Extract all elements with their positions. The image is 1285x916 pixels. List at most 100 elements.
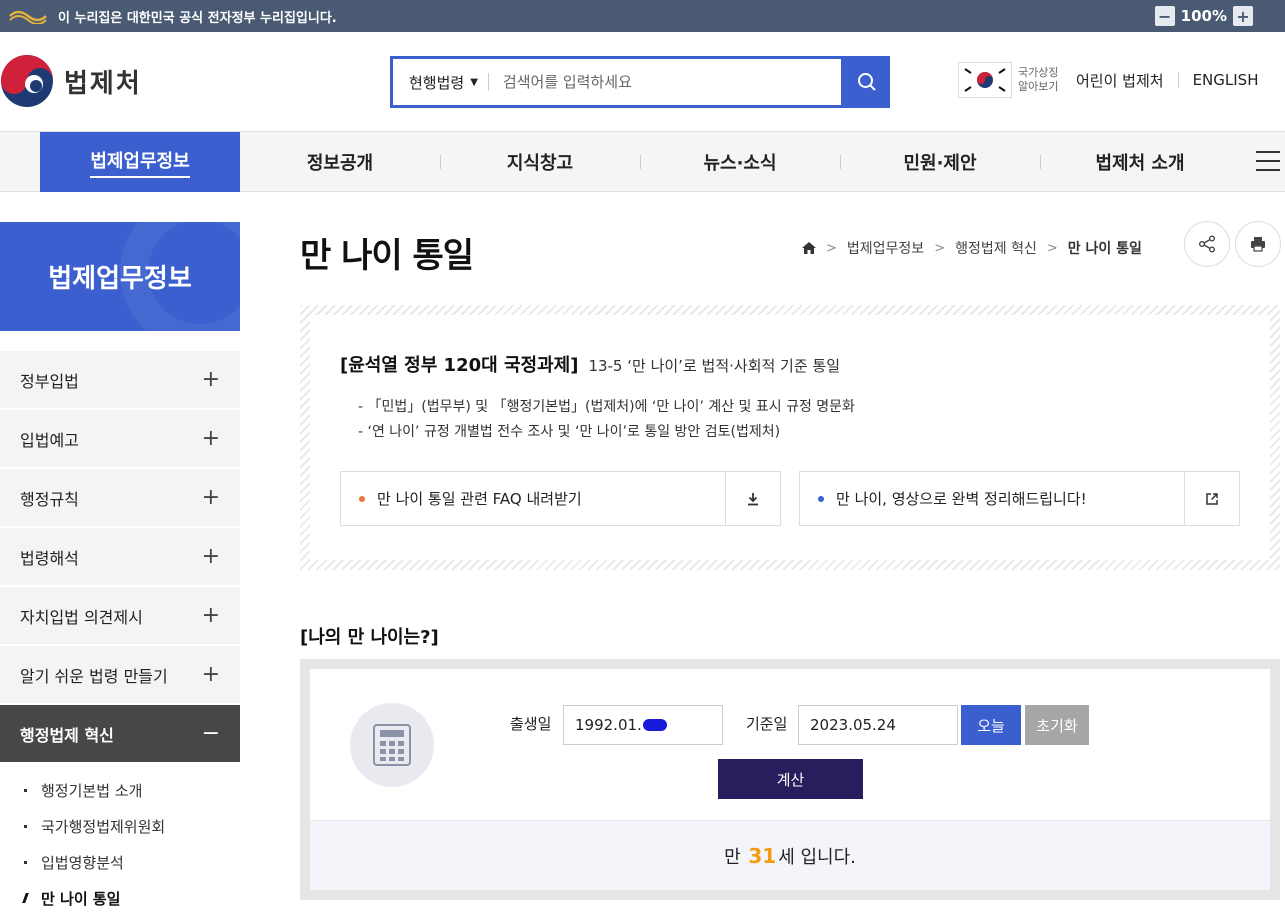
gnb-item-civil[interactable]: 민원·제안 (840, 132, 1040, 192)
bullet-dot-icon (818, 495, 824, 502)
plus-icon: + (201, 426, 220, 451)
chevron-right-icon: > (826, 240, 837, 256)
agenda-bullet: - 「민법」(법무부) 및 「행정기본법」(법제처)에 ‘만 나이’ 계산 및 … (358, 399, 855, 415)
moleg-emblem-icon (1, 55, 53, 107)
search-bar: 현행법령 ▼ (390, 56, 890, 108)
calculator-icon (350, 703, 434, 787)
submenu-item[interactable]: 행정기본법 소개 (0, 772, 240, 808)
today-button[interactable]: 오늘 (961, 705, 1021, 745)
lnb-title: 법제업무정보 (0, 222, 240, 331)
minus-icon: − (201, 721, 220, 746)
plus-icon: + (201, 544, 220, 569)
base-date-input[interactable]: 2023.05.24 (798, 705, 958, 745)
print-button[interactable] (1235, 221, 1281, 267)
lnb-item-label: 자치입법 의견제시 (20, 607, 143, 627)
result-age: 31 (748, 843, 777, 868)
zoom-in-button[interactable]: + (1233, 6, 1253, 26)
gnb-item-disclosure[interactable]: 정보공개 (240, 132, 440, 192)
lnb-item-label: 법령해석 (20, 548, 79, 568)
zoom-out-button[interactable]: − (1154, 6, 1175, 26)
english-link[interactable]: ENGLISH (1179, 71, 1273, 89)
search-scope-select[interactable]: 현행법령 ▼ (393, 73, 489, 92)
gnb-item-knowledge[interactable]: 지식창고 (440, 132, 640, 192)
zoom-level: 100% (1180, 7, 1227, 25)
submenu-item-current[interactable]: 만 나이 통일 (0, 880, 240, 916)
bullet-icon (24, 860, 27, 864)
external-link-icon (1206, 492, 1218, 505)
breadcrumb-item[interactable]: 법제업무정보 (847, 238, 924, 258)
national-symbol-label-2: 알아보기 (1018, 80, 1059, 93)
lnb-item-admin-rules[interactable]: 행정규칙 + (0, 469, 240, 526)
result-prefix: 만 (724, 846, 741, 868)
reset-button[interactable]: 초기화 (1025, 705, 1089, 745)
base-date-value: 2023.05.24 (810, 716, 896, 734)
bullet-icon (24, 788, 27, 792)
search-input[interactable] (488, 73, 841, 91)
gnb-label: 법제처 소개 (1095, 153, 1185, 174)
agenda-bullet: - ‘연 나이’ 규정 개별법 전수 조사 및 ‘만 나이’로 통일 방안 검토… (358, 424, 781, 440)
search-scope-value: 현행법령 (409, 73, 465, 92)
breadcrumb: > 법제업무정보 > 행정법제 혁신 > 만 나이 통일 (802, 238, 1142, 258)
share-button[interactable] (1184, 221, 1230, 267)
plus-icon: + (201, 485, 220, 510)
lnb-item-gov-legislation[interactable]: 정부입법 + (0, 351, 240, 408)
card-label: 만 나이, 영상으로 완벽 정리해드립니다! (836, 490, 1087, 508)
download-button[interactable] (725, 472, 780, 525)
download-icon (748, 492, 758, 505)
chevron-right-icon: > (934, 240, 946, 256)
search-button[interactable] (844, 56, 890, 108)
hamburger-menu-icon[interactable] (1256, 151, 1280, 171)
gov-banner: 이 누리집은 대한민국 공식 전자정부 누리집입니다. − 100% + (0, 0, 1285, 32)
site-logo[interactable]: 법제처 (0, 54, 142, 108)
lnb-item-label: 행정법제 혁신 (20, 725, 114, 745)
lnb-item-label: 입법예고 (20, 430, 79, 450)
birth-date-label: 출생일 (510, 715, 552, 733)
birth-date-value: 1992.01. (575, 716, 642, 734)
result-suffix: 세 입니다. (778, 846, 856, 868)
national-symbol-link[interactable]: 국가상징 알아보기 (1018, 66, 1062, 94)
gnb-label: 정보공개 (306, 153, 374, 174)
plus-icon: + (201, 367, 220, 392)
taegukgi-flag-icon[interactable] (958, 62, 1012, 98)
kids-link[interactable]: 어린이 법제처 (1062, 70, 1178, 91)
lnb-submenu: 행정기본법 소개 국가행정법제위원회 입법영향분석 만 나이 통일 (0, 764, 240, 916)
gnb-item-legislative-info[interactable]: 법제업무정보 (40, 132, 240, 192)
lnb-item-interpretation[interactable]: 법령해석 + (0, 528, 240, 585)
lnb-item-easy-law[interactable]: 알기 쉬운 법령 만들기 + (0, 646, 240, 703)
birth-date-input[interactable]: 1992.01. (563, 705, 723, 745)
calculate-button[interactable]: 계산 (718, 759, 863, 799)
zoom-control: − 100% + (1154, 6, 1253, 26)
gnb-item-about[interactable]: 법제처 소개 (1040, 132, 1240, 192)
base-date-label: 기준일 (746, 715, 788, 733)
decorative-circle (120, 222, 240, 331)
search-icon (858, 73, 876, 91)
agenda-headline: [윤석열 정부 120대 국정과제] 13-5 ‘만 나이’로 법적·사회적 기… (340, 351, 840, 377)
video-link-card[interactable]: 만 나이, 영상으로 완벽 정리해드립니다! (799, 471, 1240, 526)
lnb-item-local-legislation[interactable]: 자치입법 의견제시 + (0, 587, 240, 644)
breadcrumb-item[interactable]: 행정법제 혁신 (955, 238, 1037, 258)
breadcrumb-current: 만 나이 통일 (1067, 241, 1142, 257)
home-icon[interactable] (802, 242, 816, 254)
page-title: 만 나이 통일 (300, 236, 474, 276)
gnb-label: 민원·제안 (903, 153, 977, 174)
card-label: 만 나이 통일 관련 FAQ 내려받기 (377, 490, 582, 508)
share-icon (1199, 235, 1215, 253)
gnb-item-news[interactable]: 뉴스·소식 (640, 132, 840, 192)
age-calculator: 출생일 1992.01. 기준일 2023.05.24 오늘 초기화 계산 만 … (300, 659, 1280, 900)
faq-download-card[interactable]: 만 나이 통일 관련 FAQ 내려받기 (340, 471, 781, 526)
lnb-item-legislative-notice[interactable]: 입법예고 + (0, 410, 240, 467)
external-link-button[interactable] (1184, 472, 1239, 525)
submenu-item[interactable]: 국가행정법제위원회 (0, 808, 240, 844)
lnb-item-label: 행정규칙 (20, 489, 79, 509)
gnb-label: 뉴스·소식 (703, 153, 777, 174)
calculator-title: [나의 만 나이는?] (300, 627, 439, 648)
site-header: 법제처 현행법령 ▼ 검색어를 입력하세요 국가상징 알아보기 어린이 법제처 … (0, 32, 1285, 132)
plus-icon: + (201, 603, 220, 628)
lnb-item-admin-innovation[interactable]: 행정법제 혁신 − (0, 705, 240, 762)
agenda-box: [윤석열 정부 120대 국정과제] 13-5 ‘만 나이’로 법적·사회적 기… (300, 305, 1280, 570)
main-navigation: 법제업무정보 정보공개 지식창고 뉴스·소식 민원·제안 법제처 소개 (0, 132, 1285, 192)
submenu-item[interactable]: 입법영향분석 (0, 844, 240, 880)
submenu-label: 국가행정법제위원회 (41, 817, 166, 836)
utility-links: 국가상징 알아보기 어린이 법제처 ENGLISH (958, 62, 1272, 98)
national-symbol-label-1: 국가상징 (1018, 66, 1059, 79)
